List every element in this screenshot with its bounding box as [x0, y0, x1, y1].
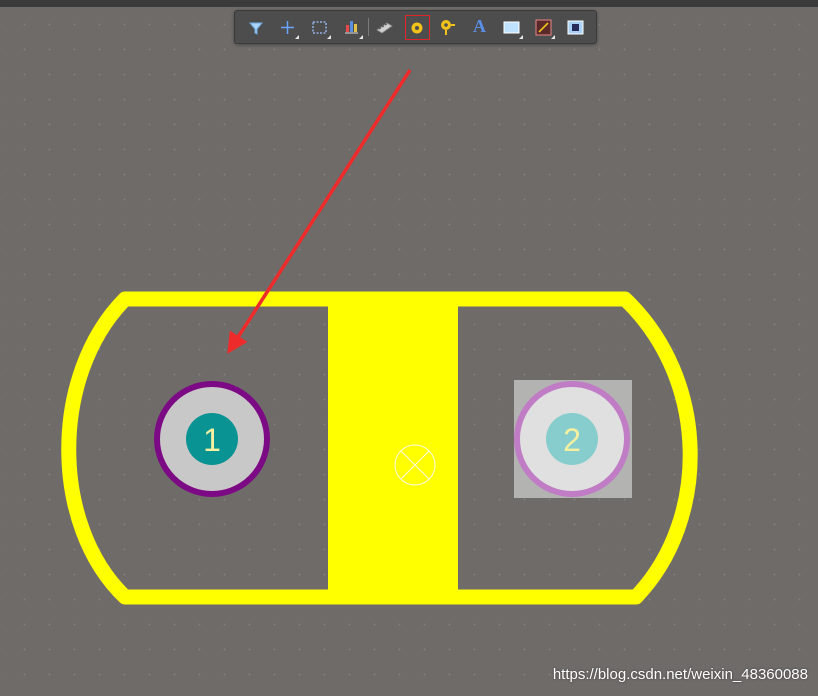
place-via-button[interactable] [436, 15, 461, 40]
pad-2[interactable]: 2 [514, 380, 632, 498]
select-button[interactable] [307, 15, 332, 40]
place-line-button[interactable] [531, 15, 556, 40]
active-bar-toolbar: A [234, 10, 597, 44]
filter-button[interactable] [243, 15, 268, 40]
component-button[interactable] [372, 15, 397, 40]
place-region-button[interactable] [563, 15, 588, 40]
place-fill-button[interactable] [499, 15, 524, 40]
toolbar-separator [368, 18, 369, 36]
align-button[interactable] [339, 15, 364, 40]
place-string-button[interactable]: A [467, 15, 492, 40]
place-string-icon: A [473, 16, 486, 36]
silkscreen-center-bar [328, 299, 458, 597]
place-pad-button[interactable] [405, 15, 430, 40]
crosshair-button[interactable] [275, 15, 300, 40]
watermark-url: https://blog.csdn.net/weixin_48360088 [552, 666, 808, 683]
pcb-canvas[interactable]: 1 2 [0, 0, 818, 696]
pad-2-designator: 2 [563, 422, 581, 458]
pad-1[interactable]: 1 [154, 381, 270, 497]
pad-1-designator: 1 [203, 422, 221, 458]
